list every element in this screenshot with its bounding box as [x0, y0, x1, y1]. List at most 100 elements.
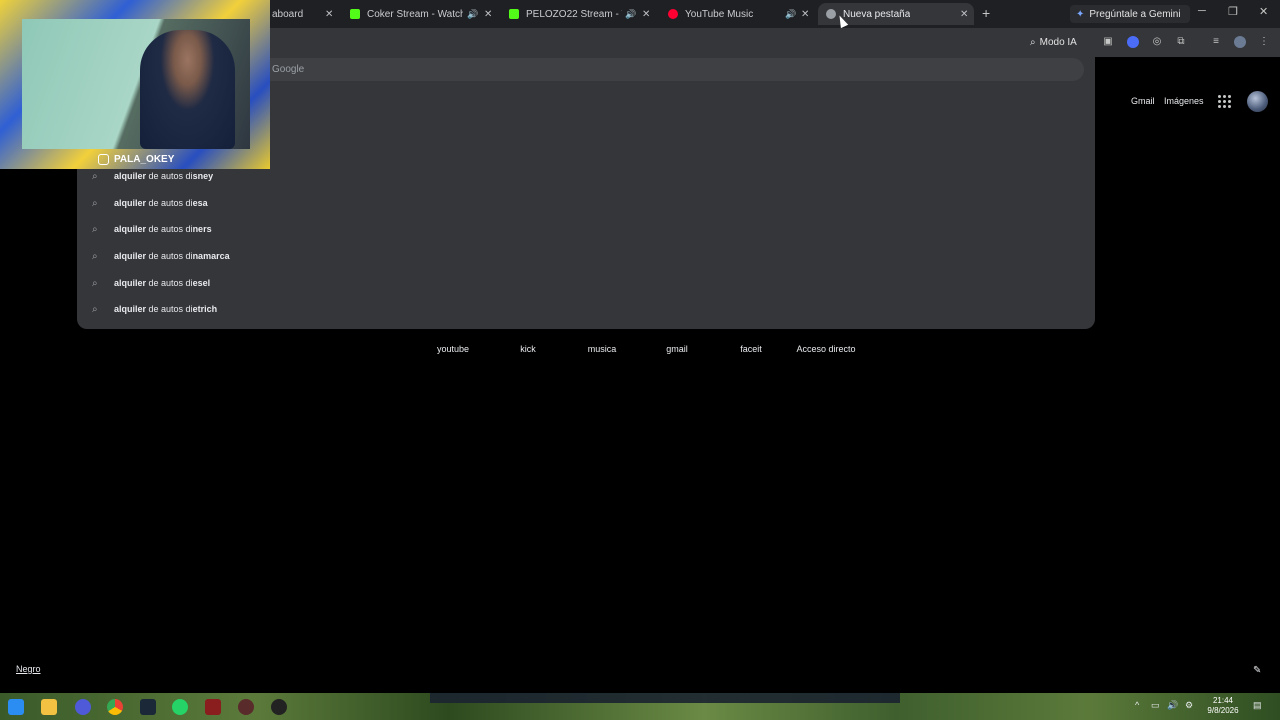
theme-link[interactable]: Negro	[16, 664, 41, 674]
search-icon: ⌕	[92, 277, 98, 289]
kick-icon	[350, 9, 360, 19]
steam-icon[interactable]	[140, 699, 156, 715]
file-explorer-icon[interactable]	[41, 699, 57, 715]
media-control-icon[interactable]: ≡	[1210, 36, 1222, 48]
suggestion-prefix: alquiler	[114, 198, 147, 208]
settings-icon[interactable]: ⚙	[1185, 700, 1193, 711]
minimize-button[interactable]: ─	[1198, 5, 1206, 17]
notification-icon[interactable]: ▤	[1253, 700, 1262, 711]
modo-ia-label: Modo IA	[1039, 36, 1077, 48]
speaker-icon[interactable]: 🔊	[625, 9, 636, 20]
shortcut-faceit[interactable]: faceit	[716, 344, 786, 354]
extension-icon[interactable]	[1127, 36, 1139, 48]
clock-time: 21:44	[1212, 696, 1234, 705]
suggestion-item[interactable]: ⌕ alquiler de autos di etrich	[92, 301, 217, 317]
suggestion-mid: de autos di	[146, 198, 193, 208]
avatar[interactable]	[1247, 91, 1268, 112]
suggestion-prefix: alquiler	[114, 251, 147, 261]
suggestion-suffix: ners	[192, 224, 212, 234]
instagram-icon	[98, 153, 109, 165]
new-tab-button[interactable]: +	[982, 5, 990, 21]
more-menu-icon[interactable]: ⋮	[1258, 36, 1270, 48]
speaker-icon[interactable]: 🔊	[467, 9, 478, 20]
streamer-image	[140, 30, 235, 149]
profile-icon[interactable]	[1234, 36, 1246, 48]
modo-ia-button[interactable]: ⌕ Modo IA	[1030, 34, 1077, 50]
close-icon[interactable]: ✕	[484, 9, 492, 20]
shortcut-kick[interactable]: kick	[493, 344, 563, 354]
suggestion-item[interactable]: ⌕ alquiler de autos di namarca	[92, 248, 230, 264]
tab-title: YouTube Music	[685, 8, 754, 20]
search-icon: ⌕	[92, 197, 98, 209]
suggestion-suffix: esel	[192, 278, 211, 288]
close-icon[interactable]: ✕	[325, 9, 333, 20]
suggestion-suffix: namarca	[192, 251, 230, 261]
suggestion-prefix: alquiler	[114, 224, 147, 234]
suggestion-mid: de autos di	[146, 224, 193, 234]
suggestion-item[interactable]: ⌕ alquiler de autos di ners	[92, 221, 212, 237]
volume-icon[interactable]: 🔊	[1167, 700, 1178, 711]
shortcut-youtube[interactable]: youtube	[418, 344, 488, 354]
suggestion-mid: de autos di	[146, 304, 193, 314]
suggestion-item[interactable]: ⌕ alquiler de autos di esel	[92, 275, 210, 291]
shortcut-add[interactable]: Acceso directo	[791, 344, 861, 354]
game-icon[interactable]	[205, 699, 221, 715]
suggestion-mid: de autos di	[146, 251, 193, 261]
clock-date: 9/8/2026	[1207, 706, 1239, 715]
suggestion-item[interactable]: ⌕ alquiler de autos di esa	[92, 195, 208, 211]
suggestion-suffix: sney	[192, 171, 214, 181]
windows-start-icon[interactable]	[8, 699, 24, 715]
close-icon[interactable]: ✕	[642, 9, 650, 20]
gmail-link[interactable]: Gmail	[1131, 96, 1155, 106]
youtube-music-icon	[668, 9, 678, 19]
tab-1[interactable]: aboard ✕	[272, 3, 342, 25]
handle-label: PALA_OKEY	[114, 153, 175, 165]
suggestion-mid: de autos di	[146, 278, 193, 288]
ask-gemini-button[interactable]: ✦ Pregúntale a Gemini	[1070, 5, 1190, 23]
kick-icon	[509, 9, 519, 19]
webcam-overlay: PALA_OKEY	[0, 0, 270, 169]
chrome-icon	[826, 9, 836, 19]
close-icon[interactable]: ✕	[801, 9, 809, 20]
tab-2[interactable]: Coker Stream - Watch Live 🔊 ✕	[350, 3, 500, 25]
search-icon: ⌕	[92, 250, 98, 262]
network-icon[interactable]: ▭	[1151, 700, 1160, 711]
wallpaper-banner	[430, 693, 900, 703]
extension-icon[interactable]: ▣	[1102, 36, 1114, 48]
chrome-icon[interactable]	[107, 699, 123, 715]
whatsapp-icon[interactable]	[172, 699, 188, 715]
chevron-up-icon[interactable]: ^	[1135, 700, 1139, 710]
close-icon[interactable]: ✕	[960, 9, 968, 20]
suggestion-suffix: esa	[192, 198, 208, 208]
search-icon: ⌕	[92, 223, 98, 235]
tab-4[interactable]: YouTube Music 🔊 ✕	[668, 3, 818, 25]
discord-icon[interactable]	[75, 699, 91, 715]
tab-title: PELOZO22 Stream - Watch	[526, 8, 622, 20]
restore-button[interactable]: ❐	[1228, 5, 1238, 18]
windows-taskbar	[0, 693, 1280, 720]
suggestion-item[interactable]: ⌕ alquiler de autos di sney	[92, 168, 213, 184]
images-link[interactable]: Imágenes	[1164, 96, 1204, 106]
suggestion-mid: de autos di	[146, 171, 193, 181]
extension-icon[interactable]: ◎	[1151, 36, 1163, 48]
shortcut-gmail[interactable]: gmail	[642, 344, 712, 354]
taskbar-clock[interactable]: 21:44 9/8/2026	[1205, 696, 1241, 716]
close-window-button[interactable]: ✕	[1259, 5, 1268, 18]
customize-pencil-icon[interactable]: ✎	[1253, 665, 1261, 676]
puzzle-icon[interactable]: ⧉	[1175, 36, 1187, 48]
streamer-handle: PALA_OKEY	[98, 152, 174, 166]
clock-app-icon[interactable]	[271, 699, 287, 715]
tab-3[interactable]: PELOZO22 Stream - Watch 🔊 ✕	[509, 3, 659, 25]
search-icon: ⌕	[92, 303, 98, 315]
search-input[interactable]: Google	[255, 58, 1084, 81]
suggestion-prefix: alquiler	[114, 304, 147, 314]
search-icon: ⌕	[92, 170, 98, 182]
speaker-icon[interactable]: 🔊	[785, 9, 796, 20]
app-icon[interactable]	[238, 699, 254, 715]
gemini-icon: ✦	[1076, 8, 1085, 20]
tab-title: Nueva pestaña	[843, 8, 911, 20]
search-icon: ⌕	[1030, 36, 1036, 48]
apps-grid-icon[interactable]	[1218, 95, 1232, 109]
shortcut-musica[interactable]: musica	[567, 344, 637, 354]
tab-title: aboard	[272, 8, 304, 20]
